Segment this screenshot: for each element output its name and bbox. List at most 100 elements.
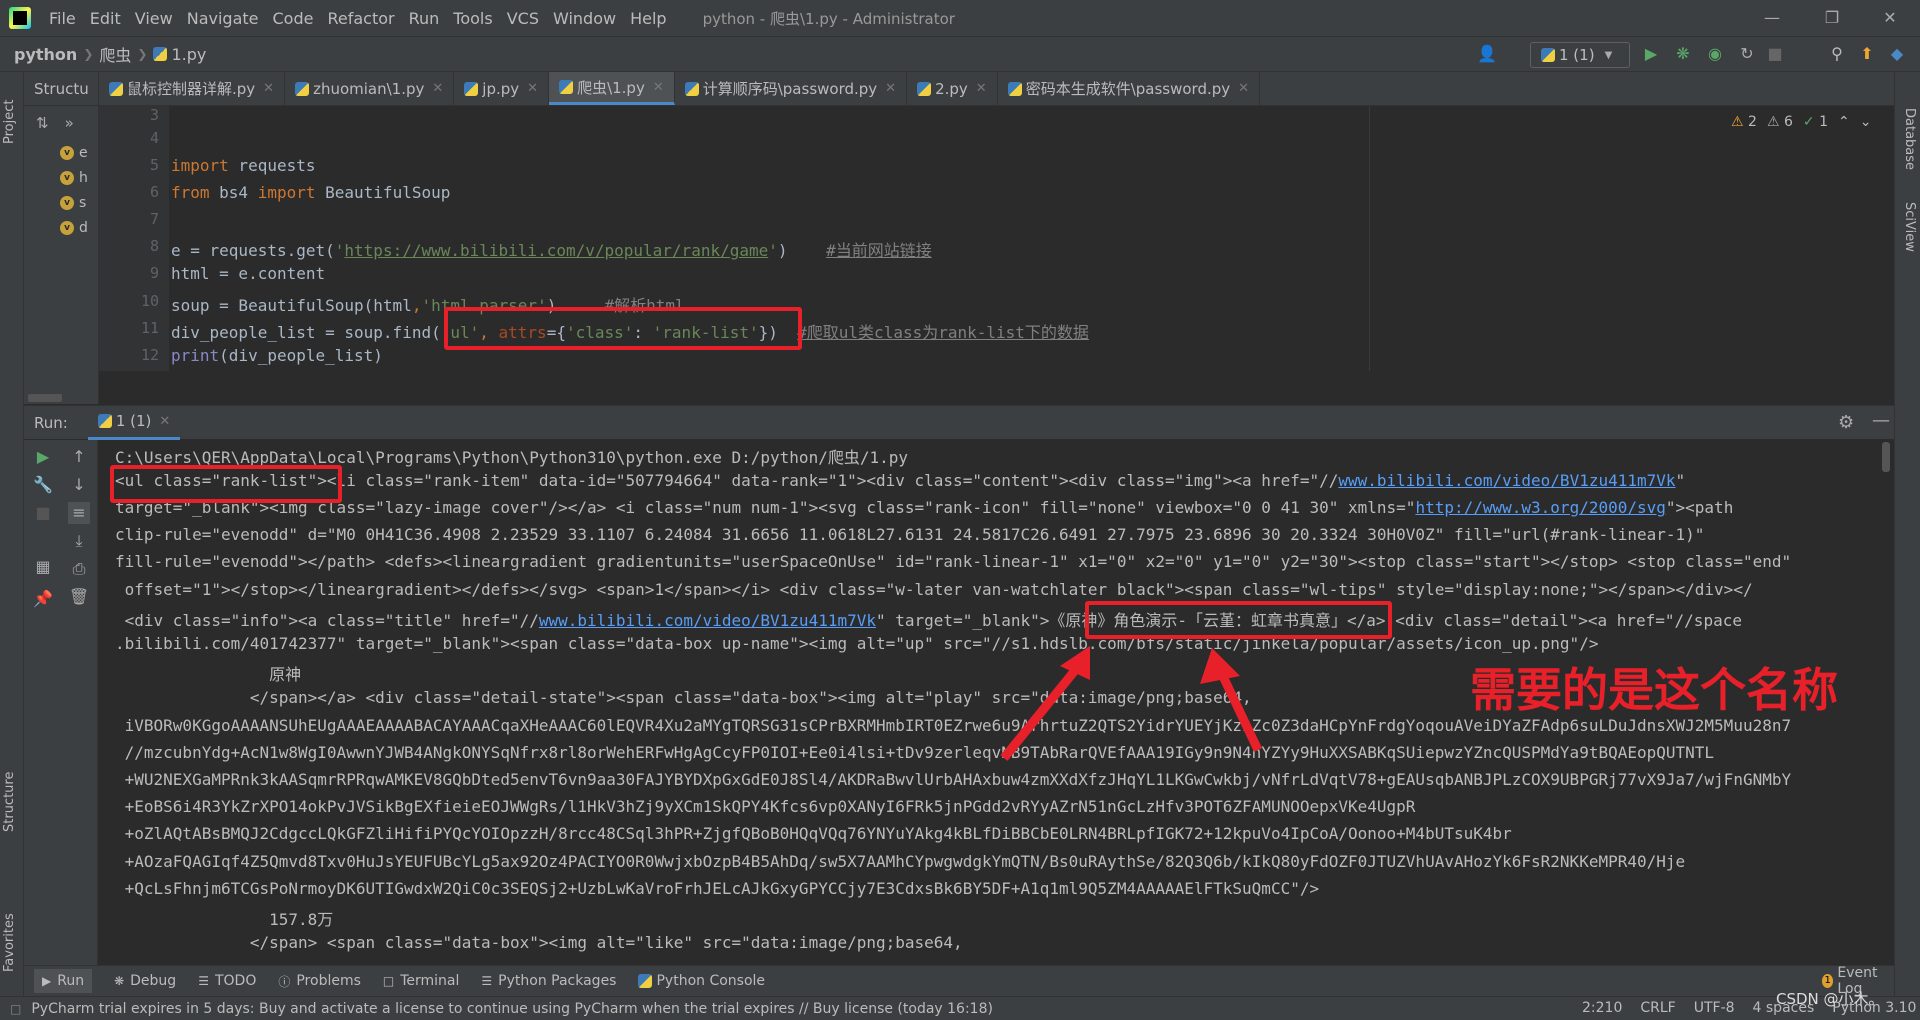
arrow-left-line <box>1000 655 1089 761</box>
list-icon: ☰ <box>198 974 209 988</box>
close-tab-icon[interactable]: ✕ <box>432 81 443 96</box>
weak-warning-count[interactable]: ⚠ 6 <box>1767 114 1793 130</box>
layout-icon[interactable]: ▦ <box>32 556 54 578</box>
breadcrumb-project[interactable]: python <box>14 45 77 64</box>
tool-tab-python-console[interactable]: Python Console <box>638 973 765 989</box>
menu-navigate[interactable]: Navigate <box>187 9 259 28</box>
close-tab-icon[interactable]: ✕ <box>976 81 987 96</box>
structure-item[interactable]: vd <box>24 215 98 240</box>
hide-panel-icon[interactable]: — <box>1872 410 1890 431</box>
expand-icon[interactable]: » <box>65 114 74 132</box>
rerun-icon[interactable]: ▶ <box>32 446 54 468</box>
update-icon[interactable]: ⬆ <box>1856 43 1878 65</box>
close-tab-icon[interactable]: ✕ <box>1238 81 1249 96</box>
user-icon[interactable]: 👤 <box>1476 43 1498 65</box>
notification-badge: 1 <box>1822 974 1834 988</box>
jetbrains-icon[interactable]: ◆ <box>1886 43 1908 65</box>
inspection-widget[interactable]: ⚠ 2 ⚠ 6 ✓ 1 ⌃ ⌄ <box>1731 114 1871 130</box>
profile-icon[interactable]: ↻ <box>1736 43 1758 65</box>
editor-scrollbar[interactable] <box>28 394 62 402</box>
menu-refactor[interactable]: Refactor <box>327 9 394 28</box>
soft-wrap-icon[interactable]: ≡ <box>68 502 90 524</box>
database-tool-tab[interactable]: Database <box>1902 108 1917 170</box>
status-message[interactable]: PyCharm trial expires in 5 days: Buy and… <box>31 1001 993 1017</box>
warning-count[interactable]: ⚠ 2 <box>1731 114 1757 130</box>
svg-namespace-link[interactable]: http://www.w3.org/2000/svg <box>1415 498 1665 517</box>
settings-gear-icon[interactable]: ⚙ <box>1838 412 1854 433</box>
scroll-to-end-icon[interactable]: ⤓ <box>68 530 90 552</box>
structure-tool-tab[interactable]: Structure <box>2 772 17 832</box>
variable-icon: v <box>60 220 74 235</box>
close-tab-icon[interactable]: ✕ <box>653 80 664 95</box>
close-tab-icon[interactable]: ✕ <box>527 81 538 96</box>
sciview-tool-tab[interactable]: SciView <box>1902 202 1917 252</box>
tab-crawler[interactable]: 爬虫\1.py ✕ <box>549 72 675 105</box>
sort-icon[interactable]: ⇅ <box>36 114 49 132</box>
python-icon <box>97 414 112 428</box>
close-window-icon[interactable]: ✕ <box>1878 6 1902 30</box>
chevron-up-icon[interactable]: ⌃ <box>1838 114 1850 130</box>
structure-item[interactable]: ve <box>24 140 98 165</box>
tab-password-generator[interactable]: 密码本生成软件\password.py ✕ <box>998 72 1261 105</box>
tab-zhuomian[interactable]: zhuomian\1.py ✕ <box>285 72 455 105</box>
restore-icon[interactable]: ❐ <box>1820 6 1844 30</box>
tool-tab-run[interactable]: ▶ Run <box>34 969 93 993</box>
stop-icon[interactable]: ■ <box>32 502 54 524</box>
video-link[interactable]: www.bilibili.com/video/BV1zu411m7Vk <box>1338 471 1675 490</box>
coverage-icon[interactable]: ◉ <box>1704 43 1726 65</box>
minimize-icon[interactable]: — <box>1760 6 1784 30</box>
code-editor[interactable]: 3 4 5 6 7 8 9 10 11 12 import requests f… <box>99 106 1894 371</box>
print-icon[interactable]: ⎙ <box>68 558 90 580</box>
tab-password-order[interactable]: 计算顺序码\password.py ✕ <box>675 72 908 105</box>
favorites-tool-tab[interactable]: Favorites <box>2 913 17 972</box>
tab-mouse-controller[interactable]: 鼠标控制器详解.py ✕ <box>99 72 286 105</box>
structure-item[interactable]: vs <box>24 190 98 215</box>
file-encoding[interactable]: UTF-8 <box>1694 1000 1735 1016</box>
run-configuration-select[interactable]: 1 (1) ▼ <box>1530 42 1630 68</box>
trash-icon[interactable]: 🗑 <box>68 586 90 608</box>
stop-icon[interactable]: ■ <box>1764 43 1786 65</box>
menu-window[interactable]: Window <box>553 9 616 28</box>
structure-item[interactable]: vh <box>24 165 98 190</box>
project-tool-tab[interactable]: Project <box>2 100 17 144</box>
run-icon[interactable]: ▶ <box>1640 43 1662 65</box>
menu-view[interactable]: View <box>135 9 173 28</box>
menu-run[interactable]: Run <box>409 9 440 28</box>
menu-file[interactable]: File <box>49 9 76 28</box>
arrow-down-icon[interactable]: ↓ <box>68 474 90 496</box>
wrench-icon[interactable]: 🔧 <box>32 474 54 496</box>
typo-count[interactable]: ✓ 1 <box>1803 114 1828 130</box>
menu-tools[interactable]: Tools <box>453 9 492 28</box>
code-line: from bs4 import BeautifulSoup <box>171 183 451 202</box>
tool-tab-python-packages[interactable]: ☰ Python Packages <box>481 973 616 989</box>
line-separator[interactable]: CRLF <box>1640 1000 1675 1016</box>
menu-code[interactable]: Code <box>273 9 314 28</box>
close-tab-icon[interactable]: ✕ <box>159 414 170 429</box>
tool-tab-todo[interactable]: ☰ TODO <box>198 973 256 989</box>
breadcrumb-folder[interactable]: 爬虫 <box>99 42 131 66</box>
chevron-down-icon[interactable]: ⌄ <box>1860 114 1872 130</box>
pin-icon[interactable]: 📌 <box>32 588 54 610</box>
video-link[interactable]: www.bilibili.com/video/BV1zu411m7Vk <box>539 611 876 630</box>
search-icon[interactable]: ⚲ <box>1826 43 1848 65</box>
layout-toggle-icon[interactable]: □ <box>10 1002 21 1016</box>
tool-tab-debug[interactable]: ❋ Debug <box>114 973 176 989</box>
variable-icon: v <box>60 170 74 185</box>
variable-icon: v <box>60 145 74 160</box>
arrow-up-icon[interactable]: ↑ <box>68 446 90 468</box>
debug-icon[interactable]: ❋ <box>1672 43 1694 65</box>
run-tab[interactable]: 1 (1) ✕ <box>87 406 181 440</box>
caret-position[interactable]: 2:210 <box>1582 1000 1622 1016</box>
menu-edit[interactable]: Edit <box>90 9 121 28</box>
close-tab-icon[interactable]: ✕ <box>885 81 896 96</box>
menu-help[interactable]: Help <box>630 9 666 28</box>
run-tool-header: Run: 1 (1) ✕ ⚙ — <box>24 405 1894 440</box>
menu-vcs[interactable]: VCS <box>507 9 539 28</box>
close-tab-icon[interactable]: ✕ <box>263 81 274 96</box>
tool-tab-terminal[interactable]: □ Terminal <box>383 973 460 989</box>
console-scrollbar[interactable] <box>1882 442 1890 472</box>
breadcrumb-file[interactable]: 1.py <box>171 45 206 64</box>
tool-tab-problems[interactable]: ⓘ Problems <box>278 973 361 990</box>
tab-2py[interactable]: 2.py ✕ <box>907 72 998 105</box>
tab-jp[interactable]: jp.py ✕ <box>454 72 550 105</box>
